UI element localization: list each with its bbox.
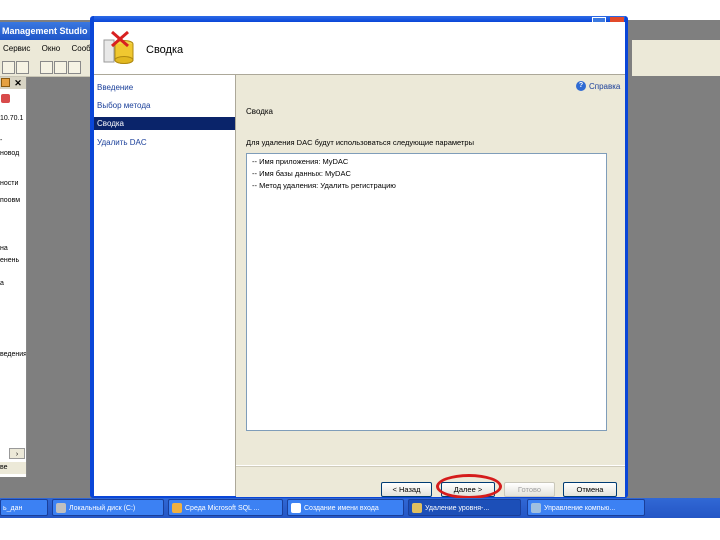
object-explorer: 10.70.1 - новод ности поовм на енень а в… <box>0 77 27 477</box>
nav-item-introduction[interactable]: Введение <box>94 81 235 94</box>
nav-item-delete-dac[interactable]: Удалить DAC <box>94 136 235 149</box>
back-button[interactable]: < Назад <box>381 482 432 497</box>
explorer-node[interactable]: - <box>0 137 2 144</box>
menu-item-service[interactable]: Сервис <box>3 44 30 53</box>
remove-database-icon <box>103 30 134 64</box>
explorer-node[interactable]: ведения <box>0 351 26 358</box>
computer-management-icon <box>531 503 541 513</box>
taskbar-item-label: ь_дан <box>3 505 23 512</box>
explorer-pin-icon[interactable] <box>1 78 10 87</box>
taskbar-item-label: Управление компью... <box>544 505 616 512</box>
summary-tree[interactable] <box>246 153 607 431</box>
taskbar-item[interactable]: Среда Microsoft SQL ... <box>168 499 283 516</box>
taskbar-item[interactable]: ь_дан <box>0 499 48 516</box>
explorer-node[interactable]: енень <box>0 257 19 264</box>
page-title: Сводка <box>146 44 184 56</box>
explorer-node[interactable]: 10.70.1 <box>0 115 23 122</box>
bottom-margin <box>0 518 720 540</box>
background-menubar-right <box>632 40 720 58</box>
taskbar-item-active[interactable]: Удаление уровня-... <box>408 499 521 516</box>
background-window-title: Management Studio <box>0 22 94 40</box>
taskbar-item-label: Удаление уровня-... <box>425 505 490 512</box>
toolbar-open-icon[interactable] <box>40 61 53 74</box>
explorer-node[interactable]: новод <box>0 150 19 157</box>
wizard-icon <box>412 503 422 513</box>
nav-item-summary[interactable]: Сводка <box>94 117 235 130</box>
drive-icon <box>56 503 66 513</box>
background-menubar: Сервис Окно Сооб <box>0 40 94 59</box>
taskbar-item-label: Среда Microsoft SQL ... <box>185 505 260 512</box>
help-icon[interactable]: ? <box>576 81 586 91</box>
sql-studio-icon <box>172 503 182 513</box>
nav-item-choose-method[interactable]: Выбор метода <box>94 99 235 112</box>
explorer-node[interactable]: поовм <box>0 197 20 204</box>
finish-button[interactable]: Готово <box>504 482 555 497</box>
taskbar-item[interactable]: Создание имени входа <box>287 499 404 516</box>
menu-item-community[interactable]: Сооб <box>71 44 90 53</box>
explorer-node[interactable]: на <box>0 245 8 252</box>
taskbar-item-label: Создание имени входа <box>304 505 379 512</box>
explorer-bottom-tab[interactable]: ве <box>0 462 26 474</box>
taskbar-item-label: Локальный диск (C:) <box>69 505 136 512</box>
summary-item: -- Метод удаления: Удалить регистрацию <box>252 181 396 190</box>
explorer-node[interactable]: ности <box>0 180 18 187</box>
close-icon[interactable]: ✕ <box>13 78 23 88</box>
toolbar-new-icon[interactable] <box>2 61 15 74</box>
document-icon <box>291 503 301 513</box>
toolbar-query-icon[interactable] <box>16 61 29 74</box>
toolbar-save-all-icon[interactable] <box>68 61 81 74</box>
cancel-button[interactable]: Отмена <box>563 482 617 497</box>
menu-item-window[interactable]: Окно <box>42 44 61 53</box>
help-link[interactable]: Справка <box>589 82 620 91</box>
explorer-filter-icon[interactable] <box>1 94 10 103</box>
summary-description: Для удаления DAC будут использоваться сл… <box>246 138 474 147</box>
explorer-node[interactable]: а <box>0 280 4 287</box>
summary-item: -- Имя базы данных: MyDAC <box>252 169 351 178</box>
taskbar-item[interactable]: Управление компью... <box>527 499 645 516</box>
highlight-annotation <box>436 474 502 499</box>
background-toolbar-right <box>632 58 720 76</box>
scroll-right-icon[interactable]: › <box>9 448 25 459</box>
section-title: Сводка <box>246 107 274 116</box>
toolbar-save-icon[interactable] <box>54 61 67 74</box>
taskbar-item[interactable]: Локальный диск (C:) <box>52 499 164 516</box>
background-toolbar <box>0 58 94 77</box>
summary-item: -- Имя приложения: MyDAC <box>252 157 349 166</box>
